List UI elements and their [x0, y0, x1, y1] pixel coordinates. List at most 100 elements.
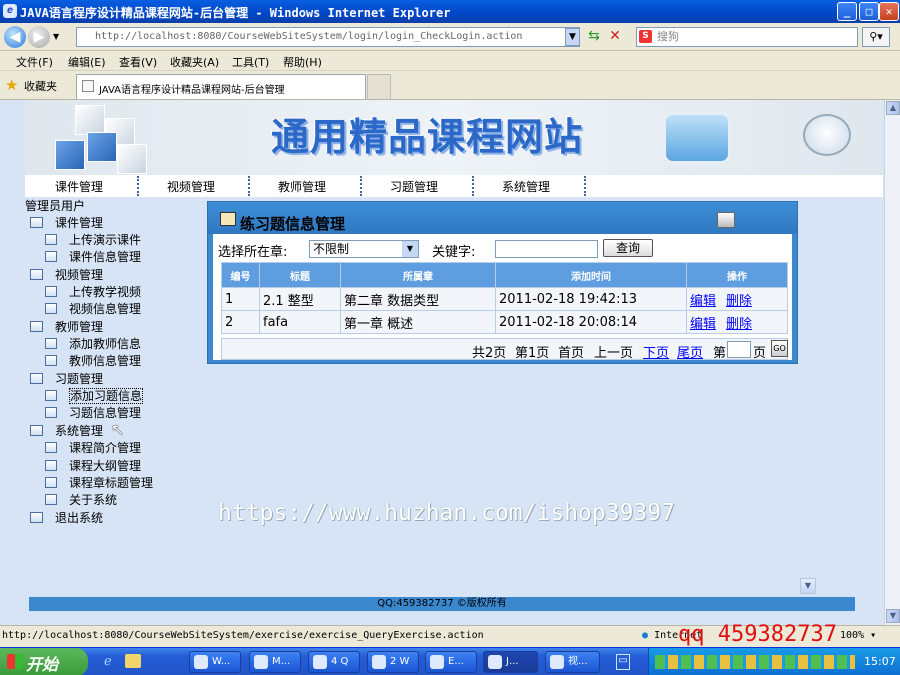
folder-icon	[45, 251, 57, 262]
app-icon	[194, 655, 208, 669]
scroll-down-arrow-icon[interactable]: ▼	[886, 609, 900, 623]
tree-item-courseware-info[interactable]: 课件信息管理	[45, 248, 141, 265]
stop-icon[interactable]: ✕	[606, 28, 624, 46]
pager-goto-suffix: 页	[753, 346, 767, 361]
taskbar-explorer[interactable]: 2 W	[367, 651, 419, 673]
zoom-level[interactable]: 100% ▾	[840, 630, 876, 641]
start-label: 开始	[26, 655, 59, 674]
menu-tools[interactable]: 工具(T)	[232, 54, 269, 70]
taskbar-ie-active[interactable]: J...	[483, 651, 538, 673]
tree-item-course-outline[interactable]: 课程大纲管理	[45, 457, 141, 474]
tree-group-exercise[interactable]: 习题管理	[30, 370, 103, 387]
delete-link[interactable]: 删除	[726, 294, 752, 309]
delete-link[interactable]: 删除	[726, 317, 752, 332]
tree-group-system[interactable]: 系统管理	[30, 422, 103, 439]
tree-group-courseware[interactable]: 课件管理	[30, 214, 103, 231]
scroll-up-arrow-icon[interactable]: ▲	[886, 101, 900, 115]
title-bar[interactable]: e JAVA语言程序设计精品课程网站-后台管理 - Windows Intern…	[0, 0, 900, 23]
tree-group-label: 视频管理	[55, 268, 104, 282]
page-number-input[interactable]	[727, 341, 751, 358]
cell-id: 2	[221, 310, 260, 334]
keyword-input[interactable]	[495, 240, 598, 258]
sidebar-caption: 管理员用户	[25, 199, 86, 213]
cell-id: 1	[221, 287, 260, 311]
cell-time: 2011-02-18 19:42:13	[495, 287, 687, 311]
print-icon[interactable]	[717, 212, 735, 228]
nav-video[interactable]: 视频管理	[167, 178, 215, 195]
search-button[interactable]: ⚲▾	[862, 27, 890, 47]
address-dropdown-button[interactable]: ▼	[565, 28, 580, 46]
menu-edit[interactable]: 编辑(E)	[68, 54, 106, 70]
taskbar-video[interactable]: 视...	[545, 651, 600, 673]
edit-link[interactable]: 编辑	[690, 294, 716, 309]
taskbar-qq[interactable]: 4 Q	[308, 651, 360, 673]
browser-tab[interactable]: JAVA语言程序设计精品课程网站-后台管理	[76, 74, 366, 99]
pager-next-link[interactable]: 下页	[643, 346, 669, 361]
tree-item-upload-video[interactable]: 上传教学视频	[45, 283, 141, 300]
edit-link[interactable]: 编辑	[690, 317, 716, 332]
folder-quicklaunch-icon[interactable]	[125, 654, 141, 668]
tree-item-teacher-info[interactable]: 教师信息管理	[45, 352, 141, 369]
tree-item-upload-courseware[interactable]: 上传演示课件	[45, 231, 141, 248]
globe-icon: ●	[642, 630, 649, 641]
chevron-down-icon[interactable]: ▼	[402, 241, 418, 257]
tree-item-about[interactable]: 关于系统	[45, 491, 117, 508]
tree-group-logout[interactable]: 退出系统	[30, 509, 103, 526]
taskbar-e[interactable]: E...	[425, 651, 477, 673]
taskbar-m[interactable]: M...	[249, 651, 301, 673]
tree-item-label: 添加习题信息	[69, 388, 144, 404]
taskbar-label: 视...	[568, 656, 588, 667]
go-button[interactable]: GO	[771, 340, 788, 357]
col-time: 添加时间	[495, 262, 687, 288]
chapter-select[interactable]: 不限制 ▼	[309, 240, 419, 258]
refresh-icon[interactable]: ⇆	[585, 28, 603, 46]
address-bar[interactable]: http://localhost:8080/CourseWebSiteSyste…	[76, 27, 580, 47]
nav-teacher[interactable]: 教师管理	[278, 178, 326, 195]
top-nav: 课件管理 视频管理 教师管理 习题管理 系统管理	[25, 175, 883, 197]
maximize-button[interactable]: □	[859, 2, 879, 21]
keyword-label: 关键字:	[432, 245, 476, 260]
tree-item-add-exercise[interactable]: 添加习题信息	[45, 387, 144, 404]
mouse-cursor-icon: ↖	[111, 420, 125, 439]
start-button[interactable]: 开始	[0, 648, 88, 675]
taskbar-label: 2 W	[390, 656, 410, 667]
favorites-button[interactable]: 收藏夹	[24, 78, 57, 94]
minimize-button[interactable]: _	[837, 2, 857, 21]
new-tab-button[interactable]	[367, 74, 391, 99]
forward-button[interactable]: ▶	[28, 26, 50, 48]
pager-goto-prefix: 第	[713, 346, 727, 361]
taskbar-word[interactable]: W...	[189, 651, 241, 673]
search-input[interactable]: 搜狗	[636, 27, 858, 47]
tree-item-exercise-info[interactable]: 习题信息管理	[45, 404, 141, 421]
cell-title: fafa	[259, 310, 341, 334]
query-button[interactable]: 查询	[603, 239, 653, 257]
history-dropdown-icon[interactable]: ▼	[53, 32, 59, 41]
ie-quicklaunch-icon[interactable]: ℯ	[104, 654, 112, 669]
folder-icon	[45, 355, 57, 366]
tree-item-video-info[interactable]: 视频信息管理	[45, 300, 141, 317]
tree-item-add-teacher[interactable]: 添加教师信息	[45, 335, 141, 352]
show-desktop-icon[interactable]: ▭	[616, 654, 630, 670]
menu-view[interactable]: 查看(V)	[119, 54, 157, 70]
menu-file[interactable]: 文件(F)	[16, 54, 53, 70]
tray-icons[interactable]	[655, 655, 855, 669]
tree-group-teacher[interactable]: 教师管理	[30, 318, 103, 335]
nav-system[interactable]: 系统管理	[502, 178, 550, 195]
tree-item-chapter-titles[interactable]: 课程章标题管理	[45, 474, 153, 491]
inner-scroll-down-icon[interactable]: ▼	[800, 578, 816, 594]
table-row: 2 fafa 第一章 概述 2011-02-18 20:08:14 编辑 删除	[221, 310, 788, 334]
tree-item-course-intro[interactable]: 课程简介管理	[45, 439, 141, 456]
nav-exercise[interactable]: 习题管理	[390, 178, 438, 195]
back-button[interactable]: ◀	[4, 26, 26, 48]
tree-group-video[interactable]: 视频管理	[30, 266, 103, 283]
vertical-scrollbar[interactable]: ▲ ▼	[884, 100, 900, 625]
close-button[interactable]: ✕	[879, 2, 899, 21]
menu-favorites[interactable]: 收藏夹(A)	[170, 54, 219, 70]
pager-last-link[interactable]: 尾页	[677, 346, 703, 361]
tree-group-label: 习题管理	[55, 372, 104, 386]
site-banner: 通用精品课程网站	[25, 100, 883, 175]
nav-courseware[interactable]: 课件管理	[55, 178, 103, 195]
taskbar-label: M...	[272, 656, 291, 667]
menu-help[interactable]: 帮助(H)	[283, 54, 322, 70]
folder-icon	[30, 373, 43, 384]
